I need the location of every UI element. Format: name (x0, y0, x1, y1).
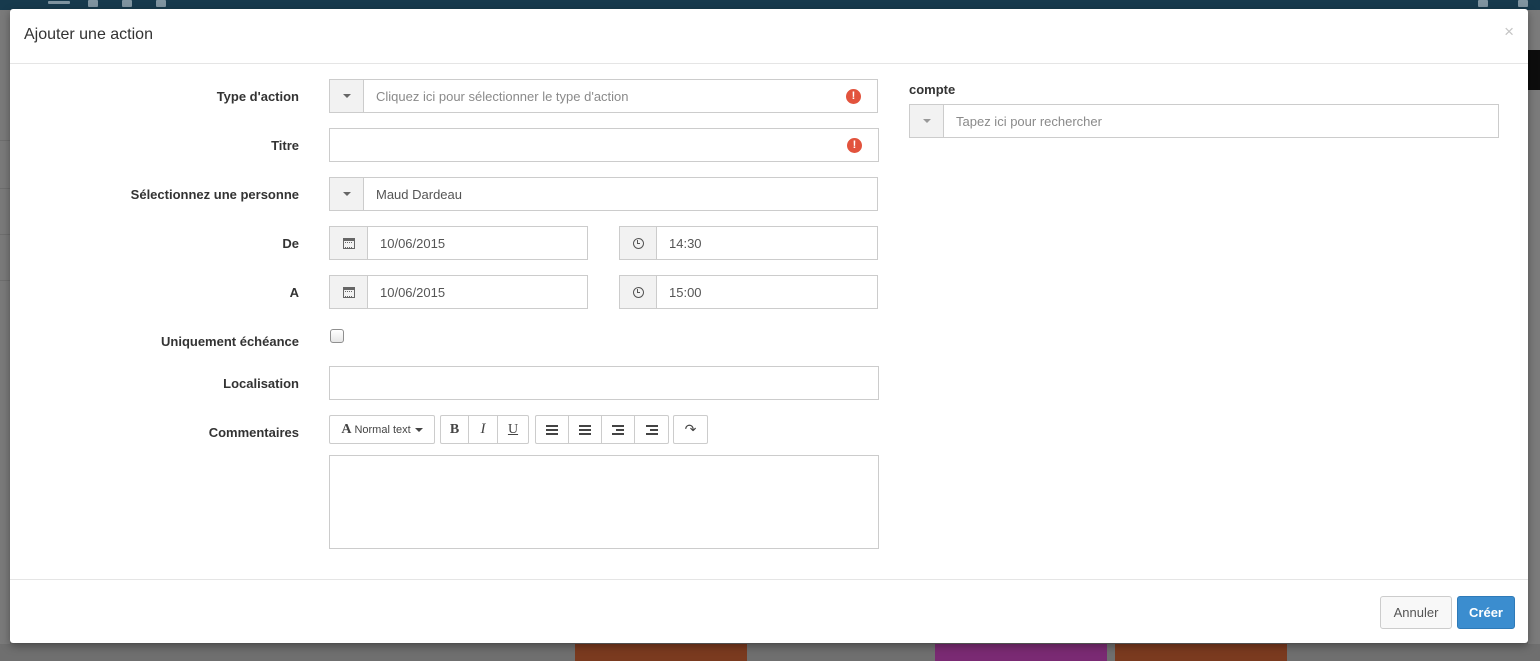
calendar-event (575, 644, 747, 661)
commentaires-editor[interactable] (329, 455, 879, 549)
add-action-modal: Ajouter une action × Type d'action Cliqu… (10, 9, 1528, 643)
a-label: A (289, 285, 299, 300)
numbered-list-button[interactable] (569, 416, 602, 443)
error-icon: ! (847, 137, 862, 153)
compte-search-select[interactable]: Tapez ici pour rechercher (909, 104, 1499, 138)
calendar-icon (342, 237, 355, 249)
redo-group: ↷ (673, 415, 708, 444)
de-time-value: 14:30 (669, 235, 702, 251)
font-format-group: B I U (440, 415, 529, 444)
clock-button[interactable] (620, 227, 657, 259)
compte-placeholder: Tapez ici pour rechercher (956, 113, 1102, 129)
compte-label: compte (909, 82, 956, 97)
edit-icon (88, 0, 98, 7)
text-style-dropdown[interactable]: A Normal text (330, 416, 434, 443)
bullet-list-icon (546, 425, 558, 435)
indent-button[interactable] (635, 416, 668, 443)
compte-dropdown-toggle[interactable] (910, 105, 944, 137)
create-button[interactable]: Créer (1457, 596, 1515, 629)
calendar-button[interactable] (330, 276, 368, 308)
a-date-value: 10/06/2015 (380, 284, 446, 300)
text-style-group: A Normal text (329, 415, 435, 444)
caret-down-icon (922, 119, 931, 123)
clock-icon (632, 286, 644, 298)
calendar-event (1115, 644, 1287, 661)
type-action-placeholder: Cliquez ici pour sélectionner le type d'… (376, 88, 629, 104)
titre-label: Titre (271, 138, 299, 153)
echeance-checkbox[interactable] (330, 329, 344, 343)
localisation-input[interactable] (329, 366, 879, 400)
personne-value: Maud Dardeau (376, 186, 462, 202)
caret-down-icon (414, 427, 423, 432)
commentaires-label: Commentaires (208, 425, 299, 440)
backdrop-divider (0, 234, 10, 235)
de-date-value: 10/06/2015 (380, 235, 446, 251)
redo-button[interactable]: ↷ (674, 416, 707, 443)
type-action-dropdown-toggle[interactable] (330, 80, 364, 112)
a-date-input[interactable]: 10/06/2015 (329, 275, 588, 309)
indent-icon (645, 425, 658, 435)
echeance-label: Uniquement échéance (161, 334, 299, 349)
italic-button[interactable]: I (469, 416, 498, 443)
type-action-select[interactable]: Cliquez ici pour sélectionner le type d'… (329, 79, 878, 113)
type-action-label: Type d'action (216, 89, 299, 104)
user-icon (122, 0, 132, 7)
menu-icon (48, 1, 70, 4)
de-date-input[interactable]: 10/06/2015 (329, 226, 588, 260)
a-time-input[interactable]: 15:00 (619, 275, 878, 309)
backdrop-divider (0, 140, 10, 141)
backdrop-left-panel (0, 10, 10, 661)
backdrop-right-panel (1528, 10, 1540, 661)
personne-label: Sélectionnez une personne (130, 187, 299, 202)
de-label: De (282, 236, 299, 251)
numbered-list-icon (579, 425, 591, 435)
a-time-value: 15:00 (669, 284, 702, 300)
outdent-icon (612, 425, 624, 435)
calendar-button[interactable] (330, 227, 368, 259)
localisation-label: Localisation (223, 376, 299, 391)
error-icon: ! (846, 88, 861, 104)
close-icon[interactable]: × (1504, 23, 1514, 40)
document-icon (156, 0, 166, 7)
list-format-group (535, 415, 669, 444)
clock-icon (632, 237, 644, 249)
cancel-button[interactable]: Annuler (1380, 596, 1452, 629)
backdrop-calendar-row (0, 644, 1540, 661)
font-icon: A (341, 421, 352, 437)
underline-button[interactable]: U (498, 416, 528, 443)
text-style-label: Normal text (354, 423, 411, 436)
calendar-icon (342, 286, 355, 298)
modal-footer (10, 579, 1528, 643)
de-time-input[interactable]: 14:30 (619, 226, 878, 260)
personne-select[interactable]: Maud Dardeau (329, 177, 878, 211)
redo-icon: ↷ (684, 421, 697, 437)
bell-icon (1478, 0, 1488, 7)
clock-button[interactable] (620, 276, 657, 308)
bullet-list-button[interactable] (536, 416, 569, 443)
modal-header: Ajouter une action × (10, 9, 1528, 64)
caret-down-icon (342, 192, 351, 196)
caret-down-icon (342, 94, 351, 98)
help-icon (1518, 0, 1528, 7)
bold-button[interactable]: B (441, 416, 469, 443)
backdrop-divider (0, 188, 10, 189)
outdent-button[interactable] (602, 416, 635, 443)
personne-dropdown-toggle[interactable] (330, 178, 364, 210)
calendar-event (935, 644, 1107, 661)
backdrop-divider (0, 280, 10, 281)
modal-title: Ajouter une action (24, 26, 153, 43)
titre-input[interactable]: ! (329, 128, 879, 162)
